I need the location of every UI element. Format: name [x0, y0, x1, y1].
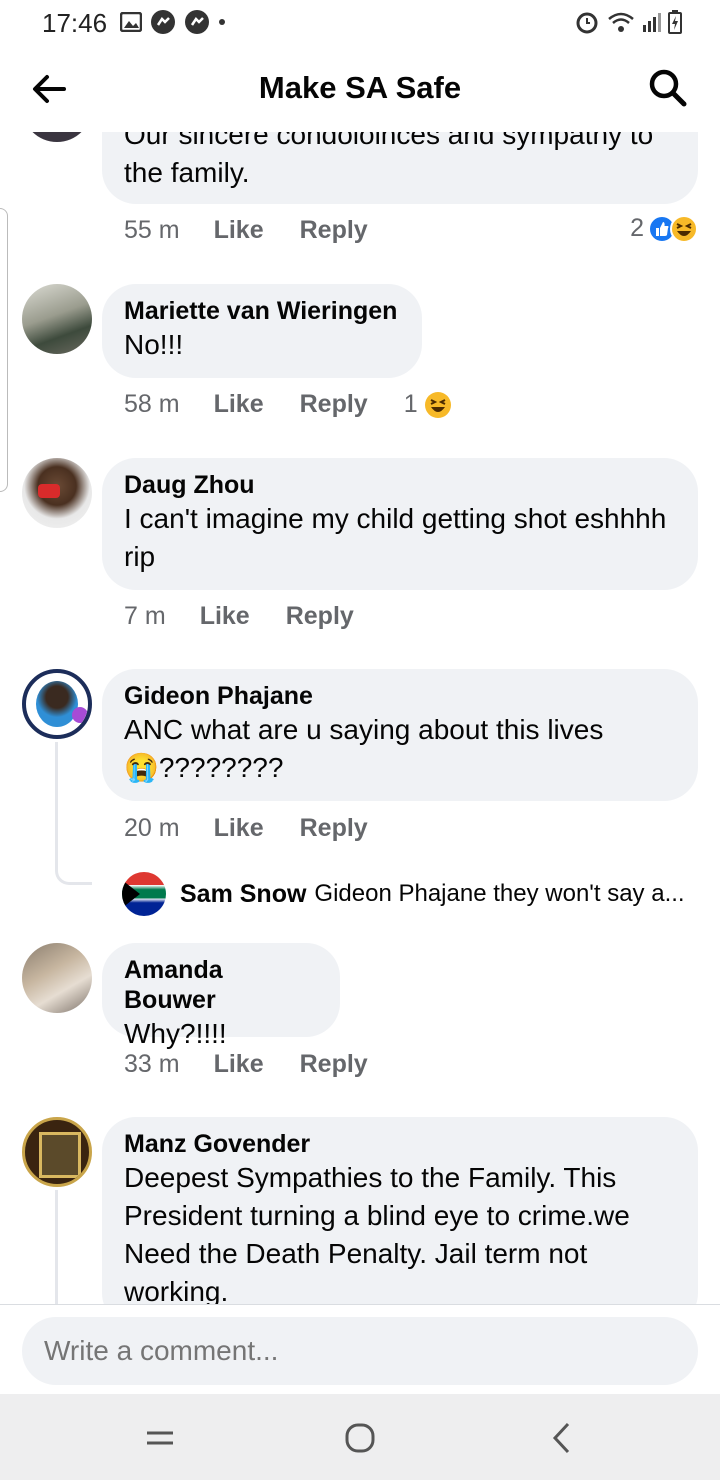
avatar[interactable] [122, 872, 166, 916]
comment-author[interactable]: Mariette van Wieringen [124, 296, 400, 326]
comment-time[interactable]: 7 m [124, 602, 166, 631]
comment-author[interactable]: Gideon Phajane [124, 681, 676, 711]
messenger-icon-2 [185, 10, 209, 34]
comment-bubble[interactable]: Amanda Bouwer Why?!!!! [102, 943, 340, 1049]
reply-preview[interactable]: Sam Snow Gideon Phajane they won't say a… [122, 872, 702, 916]
reaction-count: 1 [403, 390, 418, 418]
avatar[interactable] [22, 669, 92, 739]
page-title: Make SA Safe [258, 70, 462, 105]
reaction-count: 2 [630, 214, 644, 242]
search-icon[interactable] [646, 66, 690, 110]
avatar[interactable] [22, 132, 92, 142]
comment-bubble[interactable]: Mariette van Wieringen No!!! [102, 284, 422, 378]
signal-icon [643, 13, 661, 32]
gallery-icon [120, 12, 142, 32]
battery-icon [668, 10, 682, 34]
reply-button[interactable]: Reply [300, 1050, 368, 1079]
comment-text: Why?!!!! [124, 1018, 227, 1049]
comment-time[interactable]: 33 m [124, 1050, 180, 1079]
avatar[interactable] [22, 284, 92, 354]
avatar[interactable] [22, 458, 92, 528]
wifi-icon [608, 12, 634, 32]
comment-text: No!!! [124, 329, 184, 360]
comment-text: Deepest Sympathies to the Family. This P… [124, 1162, 630, 1304]
haha-reaction-icon [424, 391, 451, 418]
reply-author[interactable]: Sam Snow [180, 880, 306, 909]
like-button[interactable]: Like [214, 814, 264, 843]
comment-text: Our sincere condoloinces and sympathy to… [124, 132, 654, 188]
comment-actions: 55 m Like Reply [124, 216, 368, 245]
recent-apps-icon[interactable] [138, 1416, 182, 1460]
like-button[interactable]: Like [214, 1050, 264, 1079]
comment-time[interactable]: 58 m [124, 390, 180, 419]
comments-list: Our sincere condoloinces and sympathy to… [0, 132, 720, 1304]
comment-bubble[interactable]: Daug Zhou I can't imagine my child getti… [102, 458, 698, 590]
comment-input[interactable] [22, 1317, 698, 1385]
system-icons [574, 9, 682, 35]
like-button[interactable]: Like [214, 390, 264, 419]
system-nav-bar [0, 1394, 720, 1480]
avatar[interactable] [22, 1117, 92, 1187]
home-icon[interactable] [338, 1416, 382, 1460]
status-bar: 17:46 [0, 0, 720, 46]
haha-reaction-icon [670, 214, 698, 243]
comment-author[interactable]: Daug Zhou [124, 470, 676, 500]
alarm-icon [576, 12, 598, 34]
reply-button[interactable]: Reply [300, 814, 368, 843]
comment-author[interactable]: Manz Govender [124, 1129, 676, 1159]
messenger-icon [151, 10, 175, 34]
comment-time[interactable]: 55 m [124, 216, 180, 245]
notification-icons [120, 9, 226, 35]
comment-text: ANC what are u saying about this lives 😭… [124, 714, 604, 783]
avatar[interactable] [22, 943, 92, 1013]
comment-bubble[interactable]: Manz Govender Deepest Sympathies to the … [102, 1117, 698, 1304]
reply-text: Gideon Phajane they won't say a... [314, 880, 685, 907]
reaction-summary[interactable]: 1 [404, 390, 452, 419]
back-nav-icon[interactable] [540, 1416, 584, 1460]
like-button[interactable]: Like [214, 216, 264, 245]
like-button[interactable]: Like [200, 602, 250, 631]
thread-line [55, 1190, 58, 1304]
status-time: 17:46 [42, 8, 108, 38]
dot-icon [219, 19, 225, 25]
reply-button[interactable]: Reply [286, 602, 354, 631]
reply-button[interactable]: Reply [300, 216, 368, 245]
comment-composer [0, 1304, 720, 1395]
comment-actions: 7 m Like Reply [124, 602, 354, 631]
comment-actions: 58 m Like Reply 1 [124, 390, 452, 419]
comment-text: I can't imagine my child getting shot es… [124, 503, 667, 572]
comment-actions: 20 m Like Reply [124, 814, 368, 843]
comment-actions: 33 m Like Reply [124, 1050, 368, 1079]
reaction-summary[interactable]: 2 [630, 214, 698, 243]
comment-author[interactable]: Amanda Bouwer [124, 955, 318, 1015]
app-header: Make SA Safe [0, 46, 720, 132]
thread-line [55, 742, 92, 885]
comment-bubble[interactable]: Gideon Phajane ANC what are u saying abo… [102, 669, 698, 801]
comment-time[interactable]: 20 m [124, 814, 180, 843]
reply-button[interactable]: Reply [300, 390, 368, 419]
comment-bubble[interactable]: Our sincere condoloinces and sympathy to… [102, 132, 698, 204]
